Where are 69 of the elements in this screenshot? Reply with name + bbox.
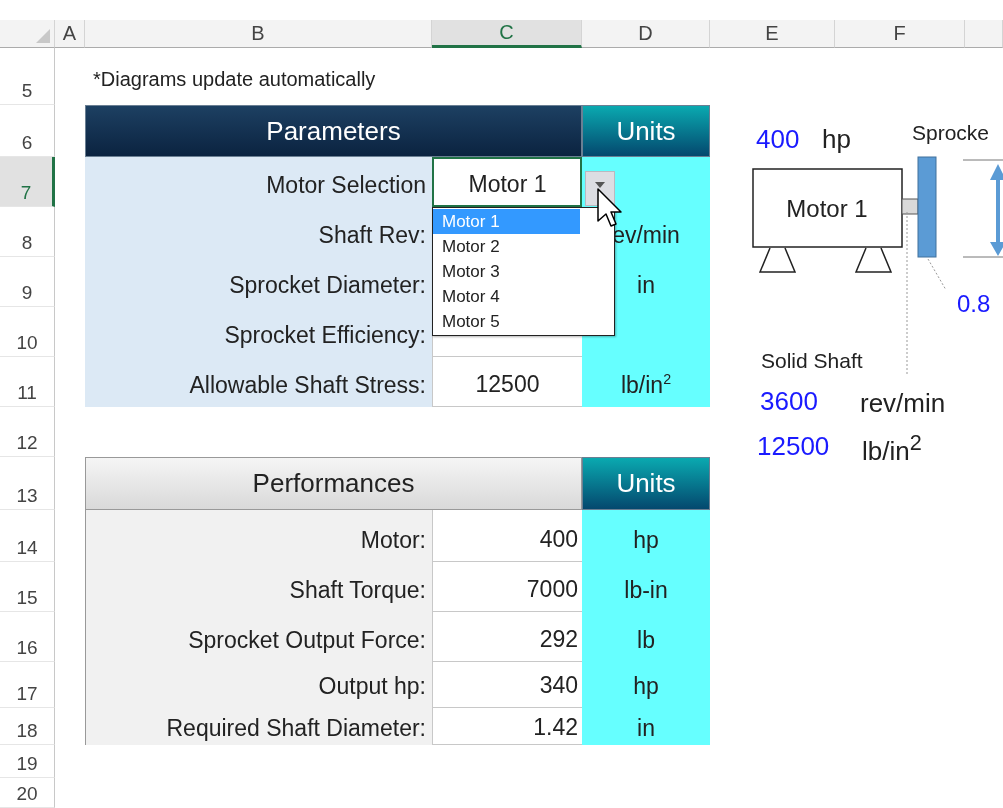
power-unit: hp (822, 124, 851, 154)
row-number[interactable]: 19 (0, 745, 55, 778)
performance-value: 340 (432, 662, 582, 708)
dropdown-option[interactable]: Motor 4 (433, 284, 580, 309)
power-value: 400 (756, 124, 800, 154)
row-number[interactable]: 9 (0, 257, 55, 307)
speed-unit: rev/min (860, 388, 946, 418)
units-header: Units (582, 457, 710, 510)
performance-label: Required Shaft Diameter: (85, 708, 432, 745)
parameter-label: Allowable Shaft Stress: (85, 357, 432, 407)
row-number[interactable]: 8 (0, 207, 55, 257)
parameter-label: Shaft Rev: (85, 207, 432, 257)
unit-text: lb (582, 612, 710, 662)
dropdown-option[interactable]: Motor 5 (433, 309, 580, 334)
column-header[interactable]: C (432, 20, 582, 48)
performance-label: Motor: (85, 510, 432, 562)
arrow-icon (990, 164, 1003, 256)
unit-text: hp (582, 662, 710, 708)
row-number[interactable]: 10 (0, 307, 55, 357)
units-header: Units (582, 105, 710, 157)
performance-label: Shaft Torque: (85, 562, 432, 612)
unit-text: lb/in$^{2}$ (582, 357, 710, 407)
performance-value: 1.42 (432, 708, 582, 745)
parameter-label: Sprocket Diameter: (85, 257, 432, 307)
row-number[interactable]: 15 (0, 562, 55, 612)
note-text: *Diagrams update automatically (92, 67, 377, 92)
dropdown-option[interactable]: Motor 3 (433, 259, 580, 284)
performance-label: Sprocket Output Force: (85, 612, 432, 662)
stress-unit: lb/in$^{2}$ (862, 429, 922, 466)
row-number[interactable]: 6 (0, 105, 55, 157)
leader-line (927, 258, 947, 291)
unit-text: lb-in (582, 562, 710, 612)
column-header[interactable]: F (835, 20, 965, 48)
row-number[interactable]: 13 (0, 457, 55, 510)
speed-value: 3600 (760, 386, 818, 416)
row-number[interactable]: 11 (0, 357, 55, 407)
row-number[interactable]: 5 (0, 48, 55, 105)
shaft-label: Solid Shaft (761, 349, 863, 372)
dropdown-option[interactable]: Motor 2 (433, 234, 580, 259)
efficiency-value: 0.8 (957, 290, 991, 317)
row-number[interactable]: 12 (0, 407, 55, 457)
parameter-label: Sprocket Efficiency: (85, 307, 432, 357)
table-header: Parameters (85, 105, 582, 157)
stress-value: 12500 (757, 431, 830, 461)
column-header[interactable]: B (85, 20, 432, 48)
performance-value: 400 (432, 510, 582, 562)
column-header[interactable]: E (710, 20, 835, 48)
performance-label: Output hp: (85, 662, 432, 708)
row-number[interactable]: 7 (0, 157, 55, 207)
row-number[interactable]: 20 (0, 778, 55, 808)
table-header: Performances (85, 457, 582, 510)
performance-value: 292 (432, 612, 582, 662)
row-number[interactable]: 18 (0, 708, 55, 745)
row-number[interactable]: 14 (0, 510, 55, 562)
parameter-value[interactable]: Motor 1 (432, 157, 582, 207)
parameter-value: 12500 (432, 357, 582, 407)
parameter-label: Motor Selection (85, 157, 432, 207)
sprocket-label: Sprocke (912, 121, 990, 144)
shaft-drawing (901, 198, 919, 215)
column-header[interactable] (965, 20, 1003, 48)
row-number[interactable]: 16 (0, 612, 55, 662)
column-header[interactable]: D (582, 20, 710, 48)
column-header[interactable]: A (55, 20, 85, 48)
select-all-icon[interactable] (36, 29, 50, 43)
motor-label: Motor 1 (786, 195, 868, 222)
row-number[interactable]: 17 (0, 662, 55, 708)
performance-value: 7000 (432, 562, 582, 612)
unit-text: in (582, 708, 710, 745)
unit-text: hp (582, 510, 710, 562)
